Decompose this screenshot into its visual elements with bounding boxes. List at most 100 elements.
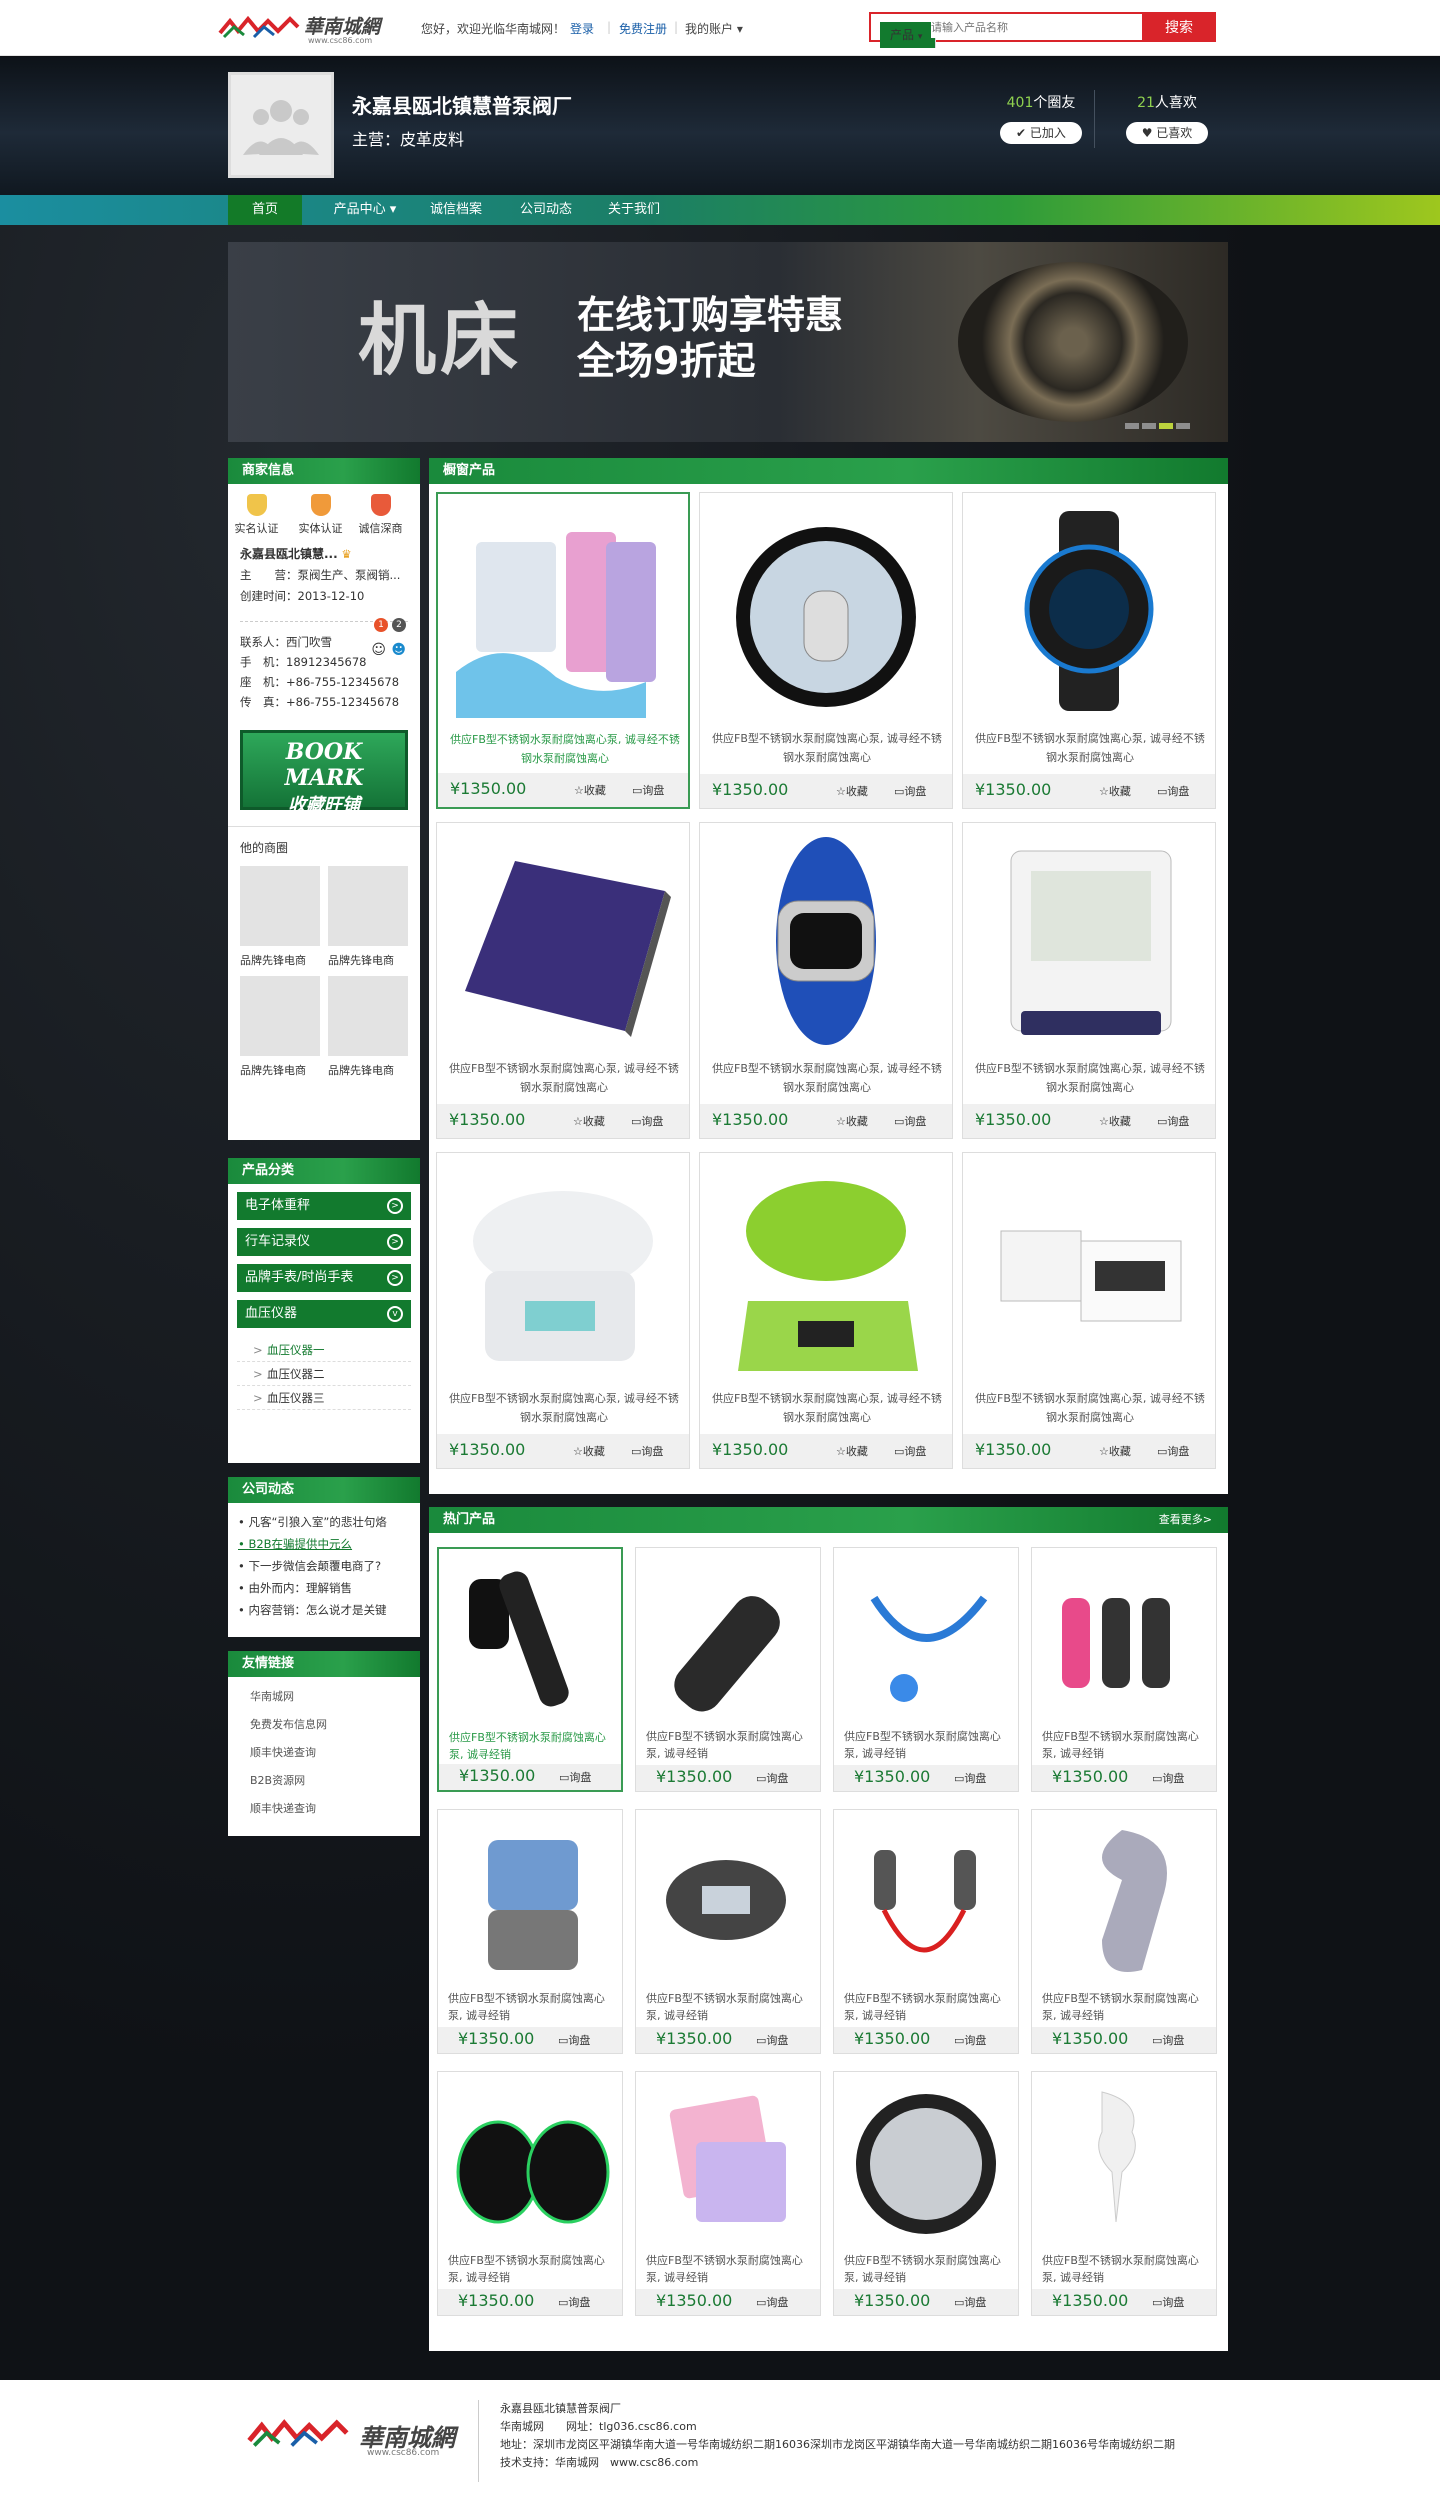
product-card[interactable]: 供应FB型不锈钢水泵耐腐蚀离心泵, 诚寻经不锈钢水泵耐腐蚀离心 ¥1350.00… [699, 492, 953, 809]
banner-dot[interactable] [1125, 423, 1139, 429]
product-image[interactable] [449, 1559, 613, 1723]
product-image[interactable] [1042, 2082, 1206, 2246]
hot-product-card[interactable]: 供应FB型不锈钢水泵耐腐蚀离心泵, 诚寻经销 ¥1350.00 ▭询盘 [1031, 1547, 1217, 1792]
nav-about[interactable]: 关于我们 [594, 195, 674, 225]
search-button[interactable]: 搜索 [1142, 12, 1216, 42]
product-name[interactable]: 供应FB型不锈钢水泵耐腐蚀离心泵, 诚寻经销 [646, 2252, 814, 2286]
product-image[interactable] [971, 501, 1207, 717]
product-name[interactable]: 供应FB型不锈钢水泵耐腐蚀离心泵, 诚寻经不锈钢水泵耐腐蚀离心 [712, 1059, 942, 1097]
product-name[interactable]: 供应FB型不锈钢水泵耐腐蚀离心泵, 诚寻经销 [449, 1729, 617, 1763]
product-name[interactable]: 供应FB型不锈钢水泵耐腐蚀离心泵, 诚寻经不锈钢水泵耐腐蚀离心 [975, 729, 1205, 767]
favorite-button[interactable]: ☆收藏 [836, 1443, 868, 1459]
product-name[interactable]: 供应FB型不锈钢水泵耐腐蚀离心泵, 诚寻经销 [1042, 1990, 1210, 2024]
friend-link[interactable]: 华南城网 [250, 1683, 398, 1711]
news-item[interactable]: B2B在骗提供中元么 [238, 1533, 410, 1555]
wangwang-icon[interactable]: ☻ [391, 640, 406, 660]
site-logo[interactable]: 華南城網 www.csc86.com [218, 12, 418, 46]
favorite-button[interactable]: ☆收藏 [836, 783, 868, 799]
promo-banner[interactable]: 机床 在线订购享特惠 全场9折起 [228, 242, 1228, 442]
friend-link[interactable]: 免费发布信息网 [250, 1711, 398, 1739]
inquiry-button[interactable]: ▭询盘 [631, 1443, 663, 1459]
product-card[interactable]: 供应FB型不锈钢水泵耐腐蚀离心泵, 诚寻经不锈钢水泵耐腐蚀离心 ¥1350.00… [436, 822, 690, 1139]
qq-icon[interactable]: ☺ [371, 640, 386, 660]
nav-credit[interactable]: 诚信档案 [416, 195, 496, 225]
category-item[interactable]: 品牌手表/时尚手表 > [237, 1264, 411, 1292]
inquiry-button[interactable]: ▭询盘 [954, 1770, 986, 1786]
hot-product-card[interactable]: 供应FB型不锈钢水泵耐腐蚀离心泵, 诚寻经销 ¥1350.00 ▭询盘 [437, 1547, 623, 1792]
product-image[interactable] [646, 2082, 810, 2246]
product-name[interactable]: 供应FB型不锈钢水泵耐腐蚀离心泵, 诚寻经销 [844, 2252, 1012, 2286]
product-image[interactable] [1042, 1558, 1206, 1722]
subcategory-item[interactable]: 血压仪器一 [237, 1338, 411, 1362]
news-item[interactable]: 下一步微信会颠覆电商了? [238, 1555, 410, 1577]
product-name[interactable]: 供应FB型不锈钢水泵耐腐蚀离心泵, 诚寻经不锈钢水泵耐腐蚀离心 [975, 1059, 1205, 1097]
product-image[interactable] [646, 1820, 810, 1984]
favorite-button[interactable]: ☆收藏 [573, 1443, 605, 1459]
inquiry-button[interactable]: ▭询盘 [1157, 1443, 1189, 1459]
subcategory-item[interactable]: 血压仪器三 [237, 1386, 411, 1410]
product-card[interactable]: 供应FB型不锈钢水泵耐腐蚀离心泵, 诚寻经不锈钢水泵耐腐蚀离心 ¥1350.00… [962, 492, 1216, 809]
product-image[interactable] [445, 831, 681, 1047]
inquiry-button[interactable]: ▭询盘 [1152, 2294, 1184, 2310]
product-name[interactable]: 供应FB型不锈钢水泵耐腐蚀离心泵, 诚寻经销 [844, 1728, 1012, 1762]
product-name[interactable]: 供应FB型不锈钢水泵耐腐蚀离心泵, 诚寻经不锈钢水泵耐腐蚀离心 [712, 1389, 942, 1427]
product-name[interactable]: 供应FB型不锈钢水泵耐腐蚀离心泵, 诚寻经不锈钢水泵耐腐蚀离心 [712, 729, 942, 767]
inquiry-button[interactable]: ▭询盘 [894, 783, 926, 799]
favorite-button[interactable]: ☆收藏 [1099, 1443, 1131, 1459]
inquiry-button[interactable]: ▭询盘 [631, 1113, 663, 1129]
hot-product-card[interactable]: 供应FB型不锈钢水泵耐腐蚀离心泵, 诚寻经销 ¥1350.00 ▭询盘 [1031, 2071, 1217, 2316]
hot-product-card[interactable]: 供应FB型不锈钢水泵耐腐蚀离心泵, 诚寻经销 ¥1350.00 ▭询盘 [437, 2071, 623, 2316]
product-image[interactable] [446, 502, 682, 718]
product-name[interactable]: 供应FB型不锈钢水泵耐腐蚀离心泵, 诚寻经销 [1042, 2252, 1210, 2286]
product-name[interactable]: 供应FB型不锈钢水泵耐腐蚀离心泵, 诚寻经销 [448, 1990, 616, 2024]
favorite-button[interactable]: ☆收藏 [573, 1113, 605, 1129]
product-image[interactable] [708, 501, 944, 717]
joined-button[interactable]: ✔ 已加入 [1000, 122, 1082, 144]
circle-item[interactable]: 品牌先锋电商 [328, 866, 408, 968]
product-image[interactable] [708, 831, 944, 1047]
inquiry-button[interactable]: ▭询盘 [632, 782, 664, 798]
inquiry-button[interactable]: ▭询盘 [894, 1443, 926, 1459]
product-name[interactable]: 供应FB型不锈钢水泵耐腐蚀离心泵, 诚寻经销 [1042, 1728, 1210, 1762]
view-more-link[interactable]: 查看更多> [1159, 1507, 1212, 1533]
search-input[interactable] [931, 16, 1131, 38]
product-name[interactable]: 供应FB型不锈钢水泵耐腐蚀离心泵, 诚寻经不锈钢水泵耐腐蚀离心 [449, 1059, 679, 1097]
hot-product-card[interactable]: 供应FB型不锈钢水泵耐腐蚀离心泵, 诚寻经销 ¥1350.00 ▭询盘 [635, 1809, 821, 2054]
inquiry-button[interactable]: ▭询盘 [954, 2294, 986, 2310]
favorite-button[interactable]: ☆收藏 [1099, 1113, 1131, 1129]
inquiry-button[interactable]: ▭询盘 [1152, 1770, 1184, 1786]
footer-logo[interactable]: 華南城網 www.csc86.com [243, 2418, 473, 2468]
footer-web[interactable]: 网址：tlg036.csc86.com [566, 2420, 697, 2433]
product-card[interactable]: 供应FB型不锈钢水泵耐腐蚀离心泵, 诚寻经不锈钢水泵耐腐蚀离心 ¥1350.00… [962, 1152, 1216, 1469]
product-image[interactable] [971, 831, 1207, 1047]
product-image[interactable] [448, 2082, 612, 2246]
inquiry-button[interactable]: ▭询盘 [559, 1769, 591, 1785]
inquiry-button[interactable]: ▭询盘 [894, 1113, 926, 1129]
hot-product-card[interactable]: 供应FB型不锈钢水泵耐腐蚀离心泵, 诚寻经销 ¥1350.00 ▭询盘 [833, 1809, 1019, 2054]
inquiry-button[interactable]: ▭询盘 [756, 2294, 788, 2310]
product-image[interactable] [844, 2082, 1008, 2246]
banner-dot-active[interactable] [1159, 423, 1173, 429]
hot-product-card[interactable]: 供应FB型不锈钢水泵耐腐蚀离心泵, 诚寻经销 ¥1350.00 ▭询盘 [1031, 1809, 1217, 2054]
product-image[interactable] [1042, 1820, 1206, 1984]
product-card[interactable]: 供应FB型不锈钢水泵耐腐蚀离心泵, 诚寻经不锈钢水泵耐腐蚀离心 ¥1350.00… [436, 492, 690, 809]
inquiry-button[interactable]: ▭询盘 [558, 2294, 590, 2310]
product-name[interactable]: 供应FB型不锈钢水泵耐腐蚀离心泵, 诚寻经不锈钢水泵耐腐蚀离心 [975, 1389, 1205, 1427]
inquiry-button[interactable]: ▭询盘 [1157, 1113, 1189, 1129]
product-image[interactable] [646, 1558, 810, 1722]
product-name[interactable]: 供应FB型不锈钢水泵耐腐蚀离心泵, 诚寻经销 [646, 1728, 814, 1762]
hot-product-card[interactable]: 供应FB型不锈钢水泵耐腐蚀离心泵, 诚寻经销 ¥1350.00 ▭询盘 [635, 1547, 821, 1792]
news-item[interactable]: 由外而内：理解销售 [238, 1577, 410, 1599]
inquiry-button[interactable]: ▭询盘 [756, 2032, 788, 2048]
category-item[interactable]: 行车记录仪 > [237, 1228, 411, 1256]
product-image[interactable] [844, 1558, 1008, 1722]
product-name[interactable]: 供应FB型不锈钢水泵耐腐蚀离心泵, 诚寻经不锈钢水泵耐腐蚀离心 [449, 1389, 679, 1427]
circle-item[interactable]: 品牌先锋电商 [240, 976, 320, 1078]
hot-product-card[interactable]: 供应FB型不锈钢水泵耐腐蚀离心泵, 诚寻经销 ¥1350.00 ▭询盘 [833, 1547, 1019, 1792]
banner-dot[interactable] [1176, 423, 1190, 429]
favorite-button[interactable]: ☆收藏 [574, 782, 606, 798]
circle-item[interactable]: 品牌先锋电商 [240, 866, 320, 968]
product-card[interactable]: 供应FB型不锈钢水泵耐腐蚀离心泵, 诚寻经不锈钢水泵耐腐蚀离心 ¥1350.00… [699, 822, 953, 1139]
search-category-select[interactable]: 产品 ▾ [880, 22, 936, 48]
category-item[interactable]: 血压仪器 v [237, 1300, 411, 1328]
